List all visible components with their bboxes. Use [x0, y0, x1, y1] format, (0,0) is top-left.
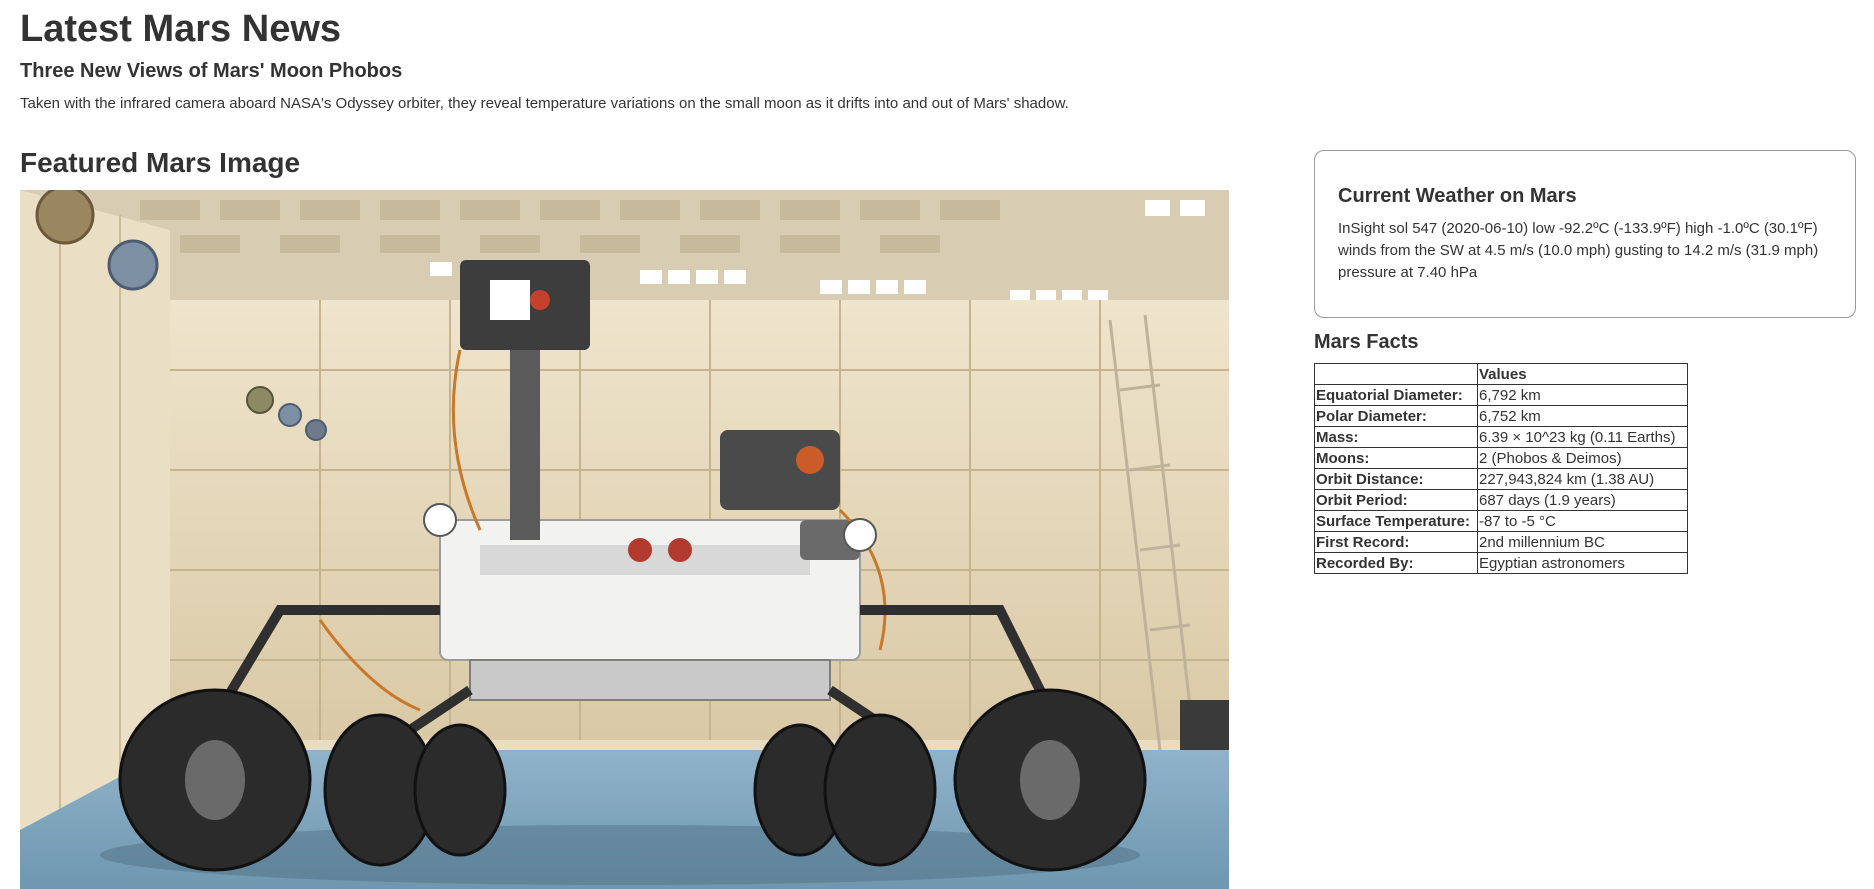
fact-label: Surface Temperature: — [1314, 510, 1478, 532]
table-row: Orbit Period: 687 days (1.9 years) — [1314, 489, 1688, 511]
table-row: Surface Temperature: -87 to -5 °C — [1314, 510, 1688, 532]
fact-label: Mass: — [1314, 426, 1478, 448]
news-headline[interactable]: Three New Views of Mars' Moon Phobos — [20, 60, 402, 83]
table-row: Moons: 2 (Phobos & Deimos) — [1314, 447, 1688, 469]
facts-header-empty — [1314, 363, 1478, 385]
fact-label: Orbit Period: — [1314, 489, 1478, 511]
fact-value: 227,943,824 km (1.38 AU) — [1477, 468, 1688, 490]
fact-label: Orbit Distance: — [1314, 468, 1478, 490]
featured-image-title: Featured Mars Image — [20, 147, 301, 178]
table-row: Recorded By: Egyptian astronomers — [1314, 552, 1688, 574]
weather-report: InSight sol 547 (2020-06-10) low -92.2ºC… — [1338, 220, 1819, 281]
facts-title: Mars Facts — [1314, 331, 1419, 353]
table-row: First Record: 2nd millennium BC — [1314, 531, 1688, 553]
facts-header-row: Values — [1314, 363, 1688, 385]
fact-label: Recorded By: — [1314, 552, 1478, 574]
table-row: Polar Diameter: 6,752 km — [1314, 405, 1688, 427]
page: Latest Mars News Three New Views of Mars… — [0, 0, 1874, 889]
fact-label: Equatorial Diameter: — [1314, 384, 1478, 406]
fact-label: First Record: — [1314, 531, 1478, 553]
news-paragraph: Taken with the infrared camera aboard NA… — [20, 95, 1069, 112]
mars-facts-table: Values Equatorial Diameter: 6,792 km Pol… — [1314, 363, 1688, 574]
fact-value: 6,792 km — [1477, 384, 1688, 406]
fact-value: -87 to -5 °C — [1477, 510, 1688, 532]
fact-value: Egyptian astronomers — [1477, 552, 1688, 574]
facts-header-values: Values — [1477, 363, 1688, 385]
fact-value: 6.39 × 10^23 kg (0.11 Earths) — [1477, 426, 1688, 448]
weather-title: Current Weather on Mars — [1338, 185, 1577, 207]
news-section-title: Latest Mars News — [20, 8, 342, 50]
fact-label: Moons: — [1314, 447, 1478, 469]
table-row: Orbit Distance: 227,943,824 km (1.38 AU) — [1314, 468, 1688, 490]
fact-value: 6,752 km — [1477, 405, 1688, 427]
fact-value: 687 days (1.9 years) — [1477, 489, 1688, 511]
fact-value: 2nd millennium BC — [1477, 531, 1688, 553]
featured-mars-image[interactable] — [20, 190, 1229, 889]
table-row: Mass: 6.39 × 10^23 kg (0.11 Earths) — [1314, 426, 1688, 448]
fact-value: 2 (Phobos & Deimos) — [1477, 447, 1688, 469]
table-row: Equatorial Diameter: 6,792 km — [1314, 384, 1688, 406]
weather-card: Current Weather on Mars InSight sol 547 … — [1314, 150, 1856, 318]
fact-label: Polar Diameter: — [1314, 405, 1478, 427]
rover-illustration — [20, 190, 1229, 889]
